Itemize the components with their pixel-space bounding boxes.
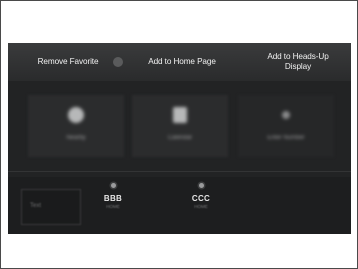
circle-icon xyxy=(68,107,84,123)
background-tile: Calendar xyxy=(132,95,228,157)
favorite-subtitle: HOME xyxy=(194,204,208,209)
divider xyxy=(8,171,351,172)
tile-label: Enter Number xyxy=(267,135,305,141)
phone-icon xyxy=(110,183,116,188)
favorite-bbb[interactable]: BBB HOME xyxy=(88,183,138,209)
tile-label: Calendar xyxy=(167,135,193,141)
favorites-row: Text BBB HOME CCC HOME xyxy=(8,177,351,234)
slot-text: Text xyxy=(30,203,42,209)
tile-label: Nearby xyxy=(66,135,86,141)
favorite-name: CCC xyxy=(191,194,211,203)
dot-icon xyxy=(282,111,290,119)
figure-frame: Remove Favorite Add to Home Page Add to … xyxy=(0,0,358,269)
background-tile: Nearby xyxy=(28,95,124,157)
display-screen: Remove Favorite Add to Home Page Add to … xyxy=(8,43,351,234)
background-tile: Enter Number xyxy=(238,95,334,157)
favorite-subtitle: HOME xyxy=(106,204,120,209)
add-to-home-page-option[interactable]: Add to Home Page xyxy=(133,43,231,81)
remove-favorite-option[interactable]: Remove Favorite xyxy=(22,43,114,81)
phone-icon xyxy=(198,183,204,188)
favorite-ccc[interactable]: CCC HOME xyxy=(176,183,226,209)
add-to-heads-up-display-option[interactable]: Add to Heads-Up Display xyxy=(252,43,344,81)
remove-marker-icon xyxy=(113,57,123,67)
empty-slot[interactable]: Text xyxy=(21,189,81,225)
context-menu: Remove Favorite Add to Home Page Add to … xyxy=(8,43,351,81)
square-icon xyxy=(173,107,187,123)
favorite-name: BBB xyxy=(103,194,123,203)
